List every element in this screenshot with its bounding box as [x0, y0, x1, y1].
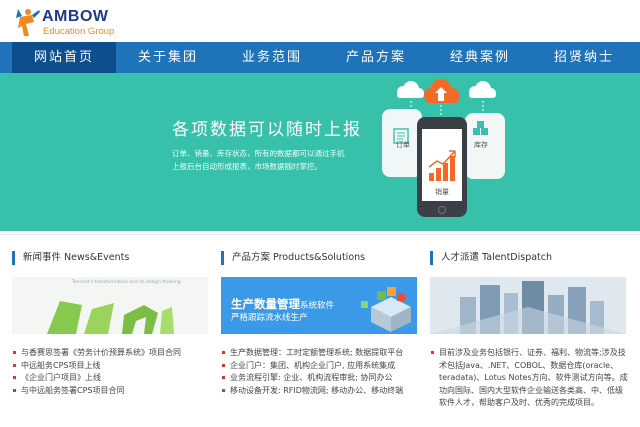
list-item[interactable]: 与中远船务签署CPS项目合同 — [12, 385, 217, 398]
products-image[interactable]: 生产数量管理系统软件 严格跟踪流水线生产 — [221, 277, 417, 334]
news-list: 与香赛思签署《劳务计价预算系统》项目合同 中远船务CPS项目上线 《企业门户项目… — [12, 347, 217, 397]
nav-item-business[interactable]: 业务范围 — [220, 42, 324, 73]
products-image-title-suffix: 系统软件 — [300, 301, 335, 311]
list-item[interactable]: 移动设备开发: RFID物流网; 移动办公、移动终端 — [221, 385, 426, 398]
order-card-label: 订单 — [396, 141, 410, 149]
nav-item-home[interactable]: 网站首页 — [12, 42, 116, 73]
banner-description: 订单、销量、库存状态，所有的数据都可以通过手机上报后台自动形成报表，市场数据随时… — [172, 149, 345, 171]
talent-illustration — [430, 277, 626, 334]
list-item[interactable]: 业务流程引擎: 企业、机构流程审批; 协同办公 — [221, 372, 426, 385]
products-list: 生产数据管理：工时定额管理系统; 数据提取平台 企业门户：集团、机构企业门户, … — [221, 347, 426, 397]
logo-figure-icon — [16, 9, 40, 36]
phone-device — [417, 117, 467, 217]
list-item[interactable]: 《企业门户项目》上线 — [12, 372, 217, 385]
products-image-subtitle: 严格跟踪流水线生产 — [231, 313, 308, 323]
talent-section: 人才派遣 TalentDispatch 目前涉及业务包括银行、证券、福利、物流等… — [430, 251, 635, 410]
nav-item-careers[interactable]: 招贤纳士 — [532, 42, 636, 73]
nav-item-products[interactable]: 产品方案 — [324, 42, 428, 73]
products-image-text: 生产数量管理系统软件 — [231, 293, 334, 312]
brand-logo[interactable]: AMBOW Education Group — [12, 4, 127, 40]
cloud-icon — [397, 81, 424, 98]
talent-image[interactable] — [430, 277, 626, 334]
brand-title: AMBOW — [42, 8, 109, 25]
list-item[interactable]: 企业门户：集团、机构企业门户, 应用系统集成 — [221, 360, 426, 373]
upload-cloud-icon — [424, 79, 459, 103]
nav-item-about[interactable]: 关于集团 — [116, 42, 220, 73]
hero-banner[interactable]: 各项数据可以随时上报 订单、销量、库存状态，所有的数据都可以通过手机上报后台自动… — [0, 73, 640, 231]
brand-subtitle: Education Group — [43, 26, 115, 37]
products-heading[interactable]: 产品方案 Products&Solutions — [221, 251, 426, 265]
news-image-caption: Tencent's transformation and its design … — [72, 280, 181, 285]
list-item[interactable]: 与香赛思签署《劳务计价预算系统》项目合同 — [12, 347, 217, 360]
site-header: AMBOW Education Group — [0, 0, 640, 42]
cloud-icon — [469, 81, 496, 98]
phone-illustration — [382, 79, 505, 217]
talent-paragraph: 目前涉及业务包括银行、证券、福利、物流等;涉及技术包括Java、.NET、COB… — [430, 347, 630, 410]
phone-sales-label: 销量 — [435, 188, 449, 196]
list-item[interactable]: 生产数据管理：工时定额管理系统; 数据提取平台 — [221, 347, 426, 360]
news-heading[interactable]: 新闻事件 News&Events — [12, 251, 217, 265]
banner-title: 各项数据可以随时上报 — [172, 120, 362, 140]
inventory-card-label: 库存 — [474, 141, 488, 149]
main-nav: 网站首页 关于集团 业务范围 产品方案 经典案例 招贤纳士 — [0, 42, 640, 73]
news-image[interactable]: Tencent's transformation and its design … — [12, 277, 208, 334]
products-image-title: 生产数量管理 — [231, 297, 300, 311]
news-section: 新闻事件 News&Events Tencent's transformatio… — [12, 251, 217, 397]
nav-item-cases[interactable]: 经典案例 — [428, 42, 532, 73]
list-item[interactable]: 中远船务CPS项目上线 — [12, 360, 217, 373]
section-divider — [0, 234, 640, 235]
news-illustration — [12, 277, 208, 334]
talent-heading[interactable]: 人才派遣 TalentDispatch — [430, 251, 635, 265]
products-section: 产品方案 Products&Solutions 生产数量管理系统软件 严格跟踪流… — [221, 251, 426, 397]
